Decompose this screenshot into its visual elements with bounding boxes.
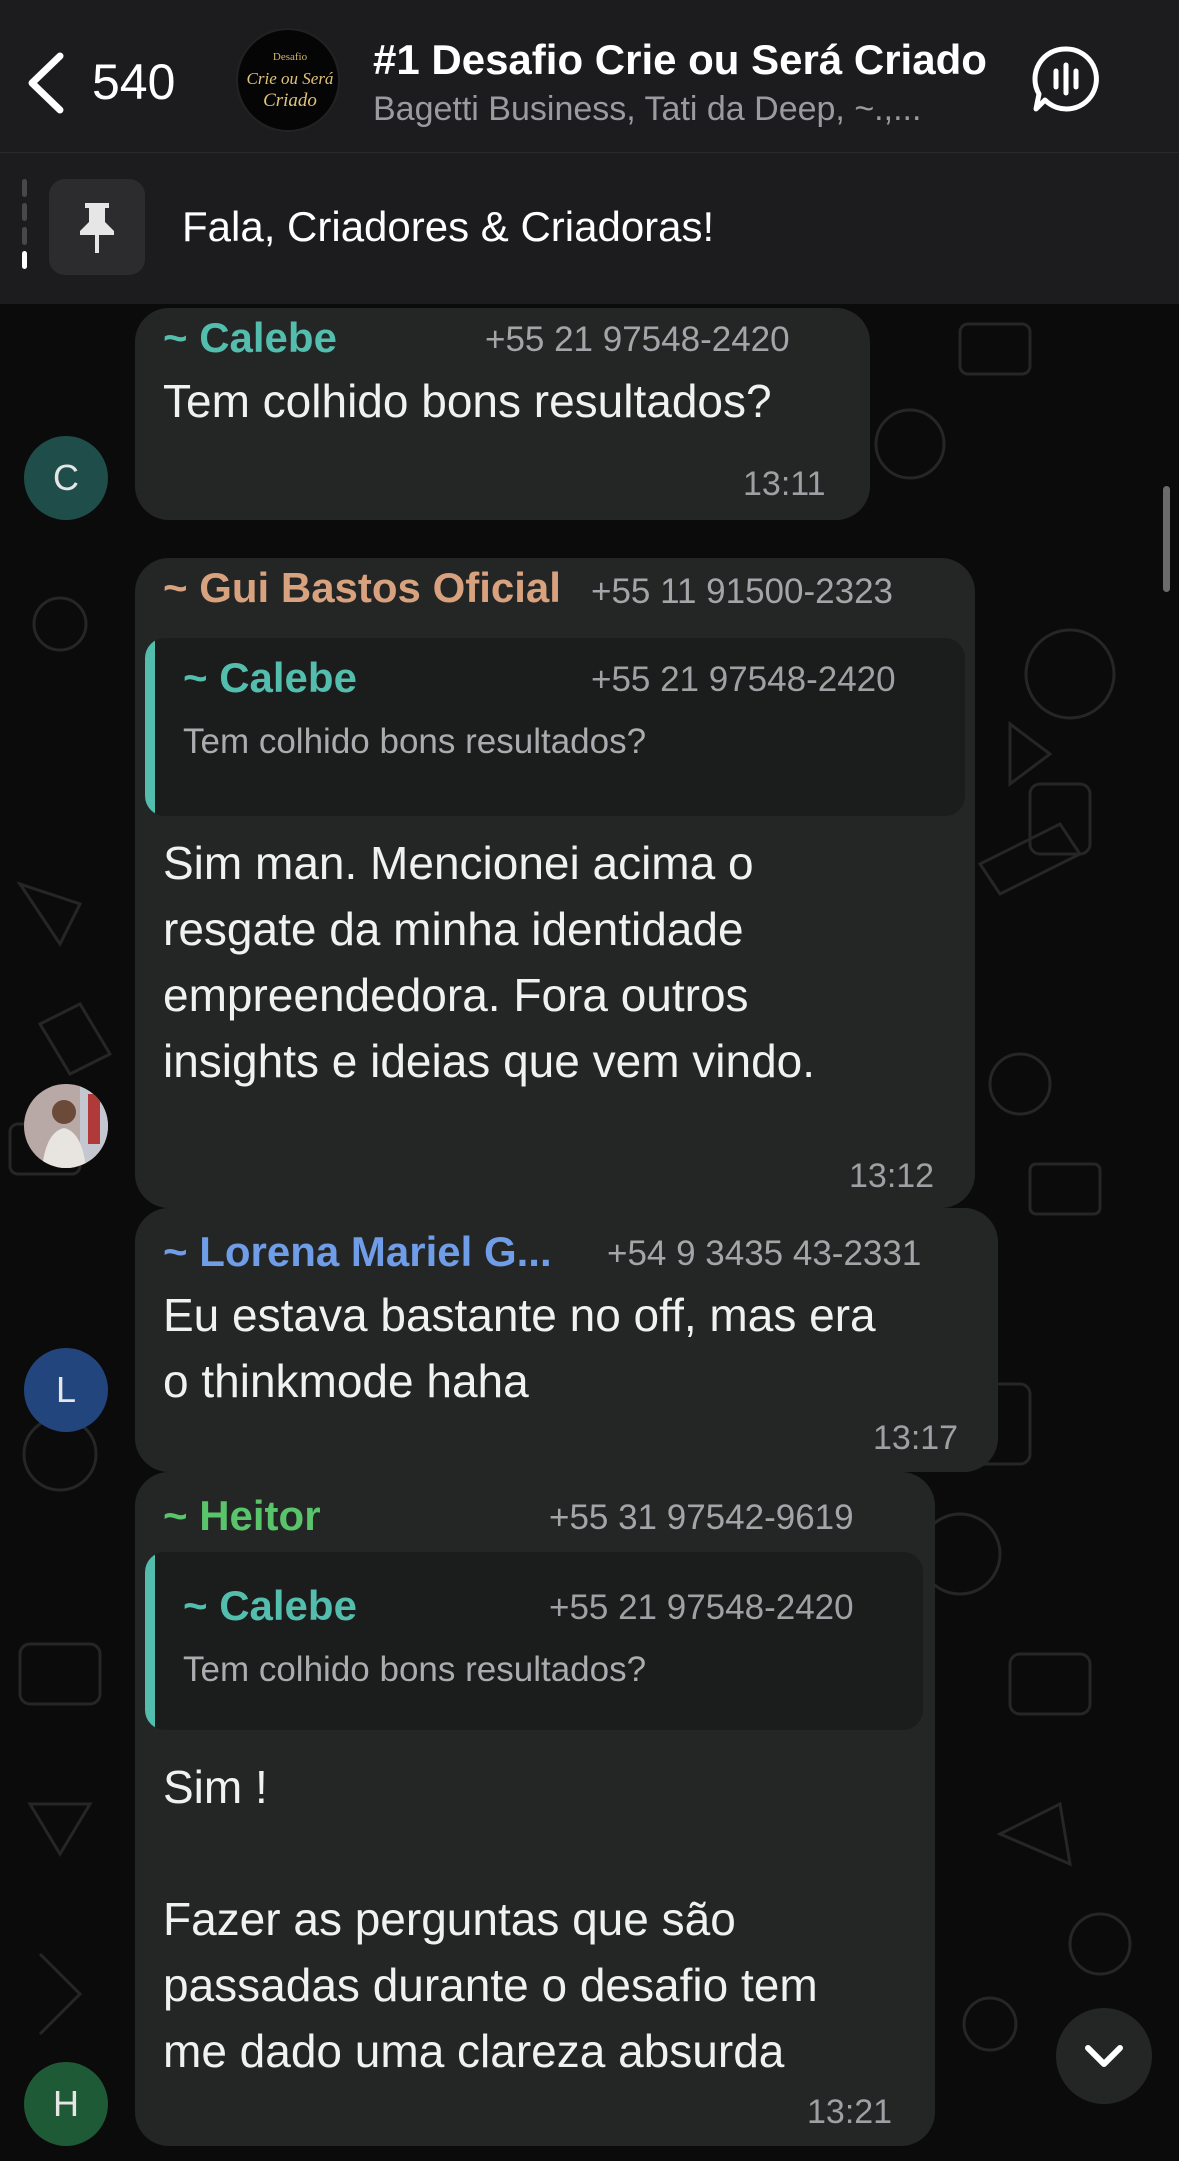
- avatar[interactable]: [24, 1084, 108, 1168]
- quote-accent-bar: [145, 1552, 155, 1730]
- svg-text:Crie ou Será: Crie ou Será: [247, 69, 334, 88]
- message-text: Tem colhido bons resultados?: [163, 375, 772, 427]
- user-photo: [24, 1084, 108, 1168]
- group-title[interactable]: #1 Desafio Crie ou Será Criado: [373, 34, 1013, 86]
- quoted-text: Tem colhido bons resultados?: [183, 722, 647, 761]
- quoted-sender: ~ Calebe: [183, 1582, 357, 1629]
- avatar[interactable]: H: [24, 2062, 108, 2146]
- message-sender[interactable]: ~ Lorena Mariel G...: [163, 1226, 552, 1278]
- pinned-message-bar[interactable]: Fala, Criadores & Criadoras!: [0, 152, 1179, 304]
- svg-text:Desafio: Desafio: [273, 51, 308, 63]
- quoted-text: Tem colhido bons resultados?: [183, 1650, 647, 1689]
- avatar[interactable]: L: [24, 1348, 108, 1432]
- quoted-sender-phone: +55 21 97548-2420: [549, 1588, 854, 1627]
- back-button[interactable]: [22, 48, 70, 118]
- message-time: 13:21: [807, 2093, 893, 2131]
- group-logo: Desafio Crie ou Será Criado: [247, 51, 334, 111]
- message-sender-phone: +55 31 97542-9619: [549, 1498, 854, 1537]
- pin-button[interactable]: [49, 179, 145, 275]
- chat-header: 540 Desafio Crie ou Será Criado #1 Desaf…: [0, 0, 1179, 152]
- pinned-text: Fala, Criadores & Criadoras!: [182, 203, 715, 250]
- pinned-indicator: [22, 179, 27, 279]
- message-sender-phone: +54 9 3435 43-2331: [607, 1234, 922, 1273]
- pin-icon: [80, 203, 114, 253]
- message-bubble[interactable]: ~ Calebe +55 21 97548-2420 Tem colhido b…: [135, 308, 870, 520]
- message-sender[interactable]: ~ Calebe: [163, 312, 337, 364]
- message-sender-phone: +55 11 91500-2323: [591, 572, 893, 611]
- message-time: 13:17: [873, 1419, 959, 1457]
- scrollbar[interactable]: [1163, 486, 1170, 592]
- unread-count[interactable]: 540: [92, 52, 175, 112]
- quoted-sender-phone: +55 21 97548-2420: [591, 660, 896, 699]
- chat-area[interactable]: ~ Calebe +55 21 97548-2420 Tem colhido b…: [0, 304, 1179, 2161]
- scroll-to-bottom-button[interactable]: [1056, 2008, 1152, 2104]
- message-text: Sim ! Fazer as perguntas que são passada…: [163, 1761, 818, 2077]
- message-time: 13:11: [743, 465, 826, 503]
- message-text: Eu estava bastante no off, mas era o thi…: [163, 1289, 876, 1407]
- message-sender-phone: +55 21 97548-2420: [485, 320, 790, 359]
- voice-chat-icon: [1032, 46, 1099, 112]
- svg-text:Criado: Criado: [263, 90, 317, 111]
- quoted-sender: ~ Calebe: [183, 654, 357, 701]
- group-avatar[interactable]: Desafio Crie ou Será Criado: [236, 28, 340, 132]
- quoted-message[interactable]: ~ Calebe +55 21 97548-2420 Tem colhido b…: [145, 1552, 923, 1730]
- voice-chat-button[interactable]: [1030, 43, 1102, 115]
- group-members[interactable]: Bagetti Business, Tati da Deep, ~.,...: [373, 88, 993, 130]
- chevron-left-icon: [28, 52, 64, 114]
- message-bubble[interactable]: ~ Lorena Mariel G... +54 9 3435 43-2331 …: [135, 1208, 998, 1472]
- message-text: Sim man. Mencionei acima o resgate da mi…: [163, 837, 816, 1087]
- avatar[interactable]: C: [24, 436, 108, 520]
- chevron-down-icon: [1085, 2045, 1123, 2067]
- message-time: 13:12: [849, 1157, 935, 1195]
- quoted-message[interactable]: ~ Calebe +55 21 97548-2420 Tem colhido b…: [145, 638, 965, 816]
- message-sender[interactable]: ~ Gui Bastos Oficial: [163, 562, 561, 614]
- message-sender[interactable]: ~ Heitor: [163, 1490, 321, 1542]
- message-bubble[interactable]: ~ Heitor +55 31 97542-9619 ~ Calebe +55 …: [135, 1472, 935, 2146]
- quote-accent-bar: [145, 638, 155, 816]
- message-bubble[interactable]: ~ Gui Bastos Oficial +55 11 91500-2323 ~…: [135, 558, 975, 1208]
